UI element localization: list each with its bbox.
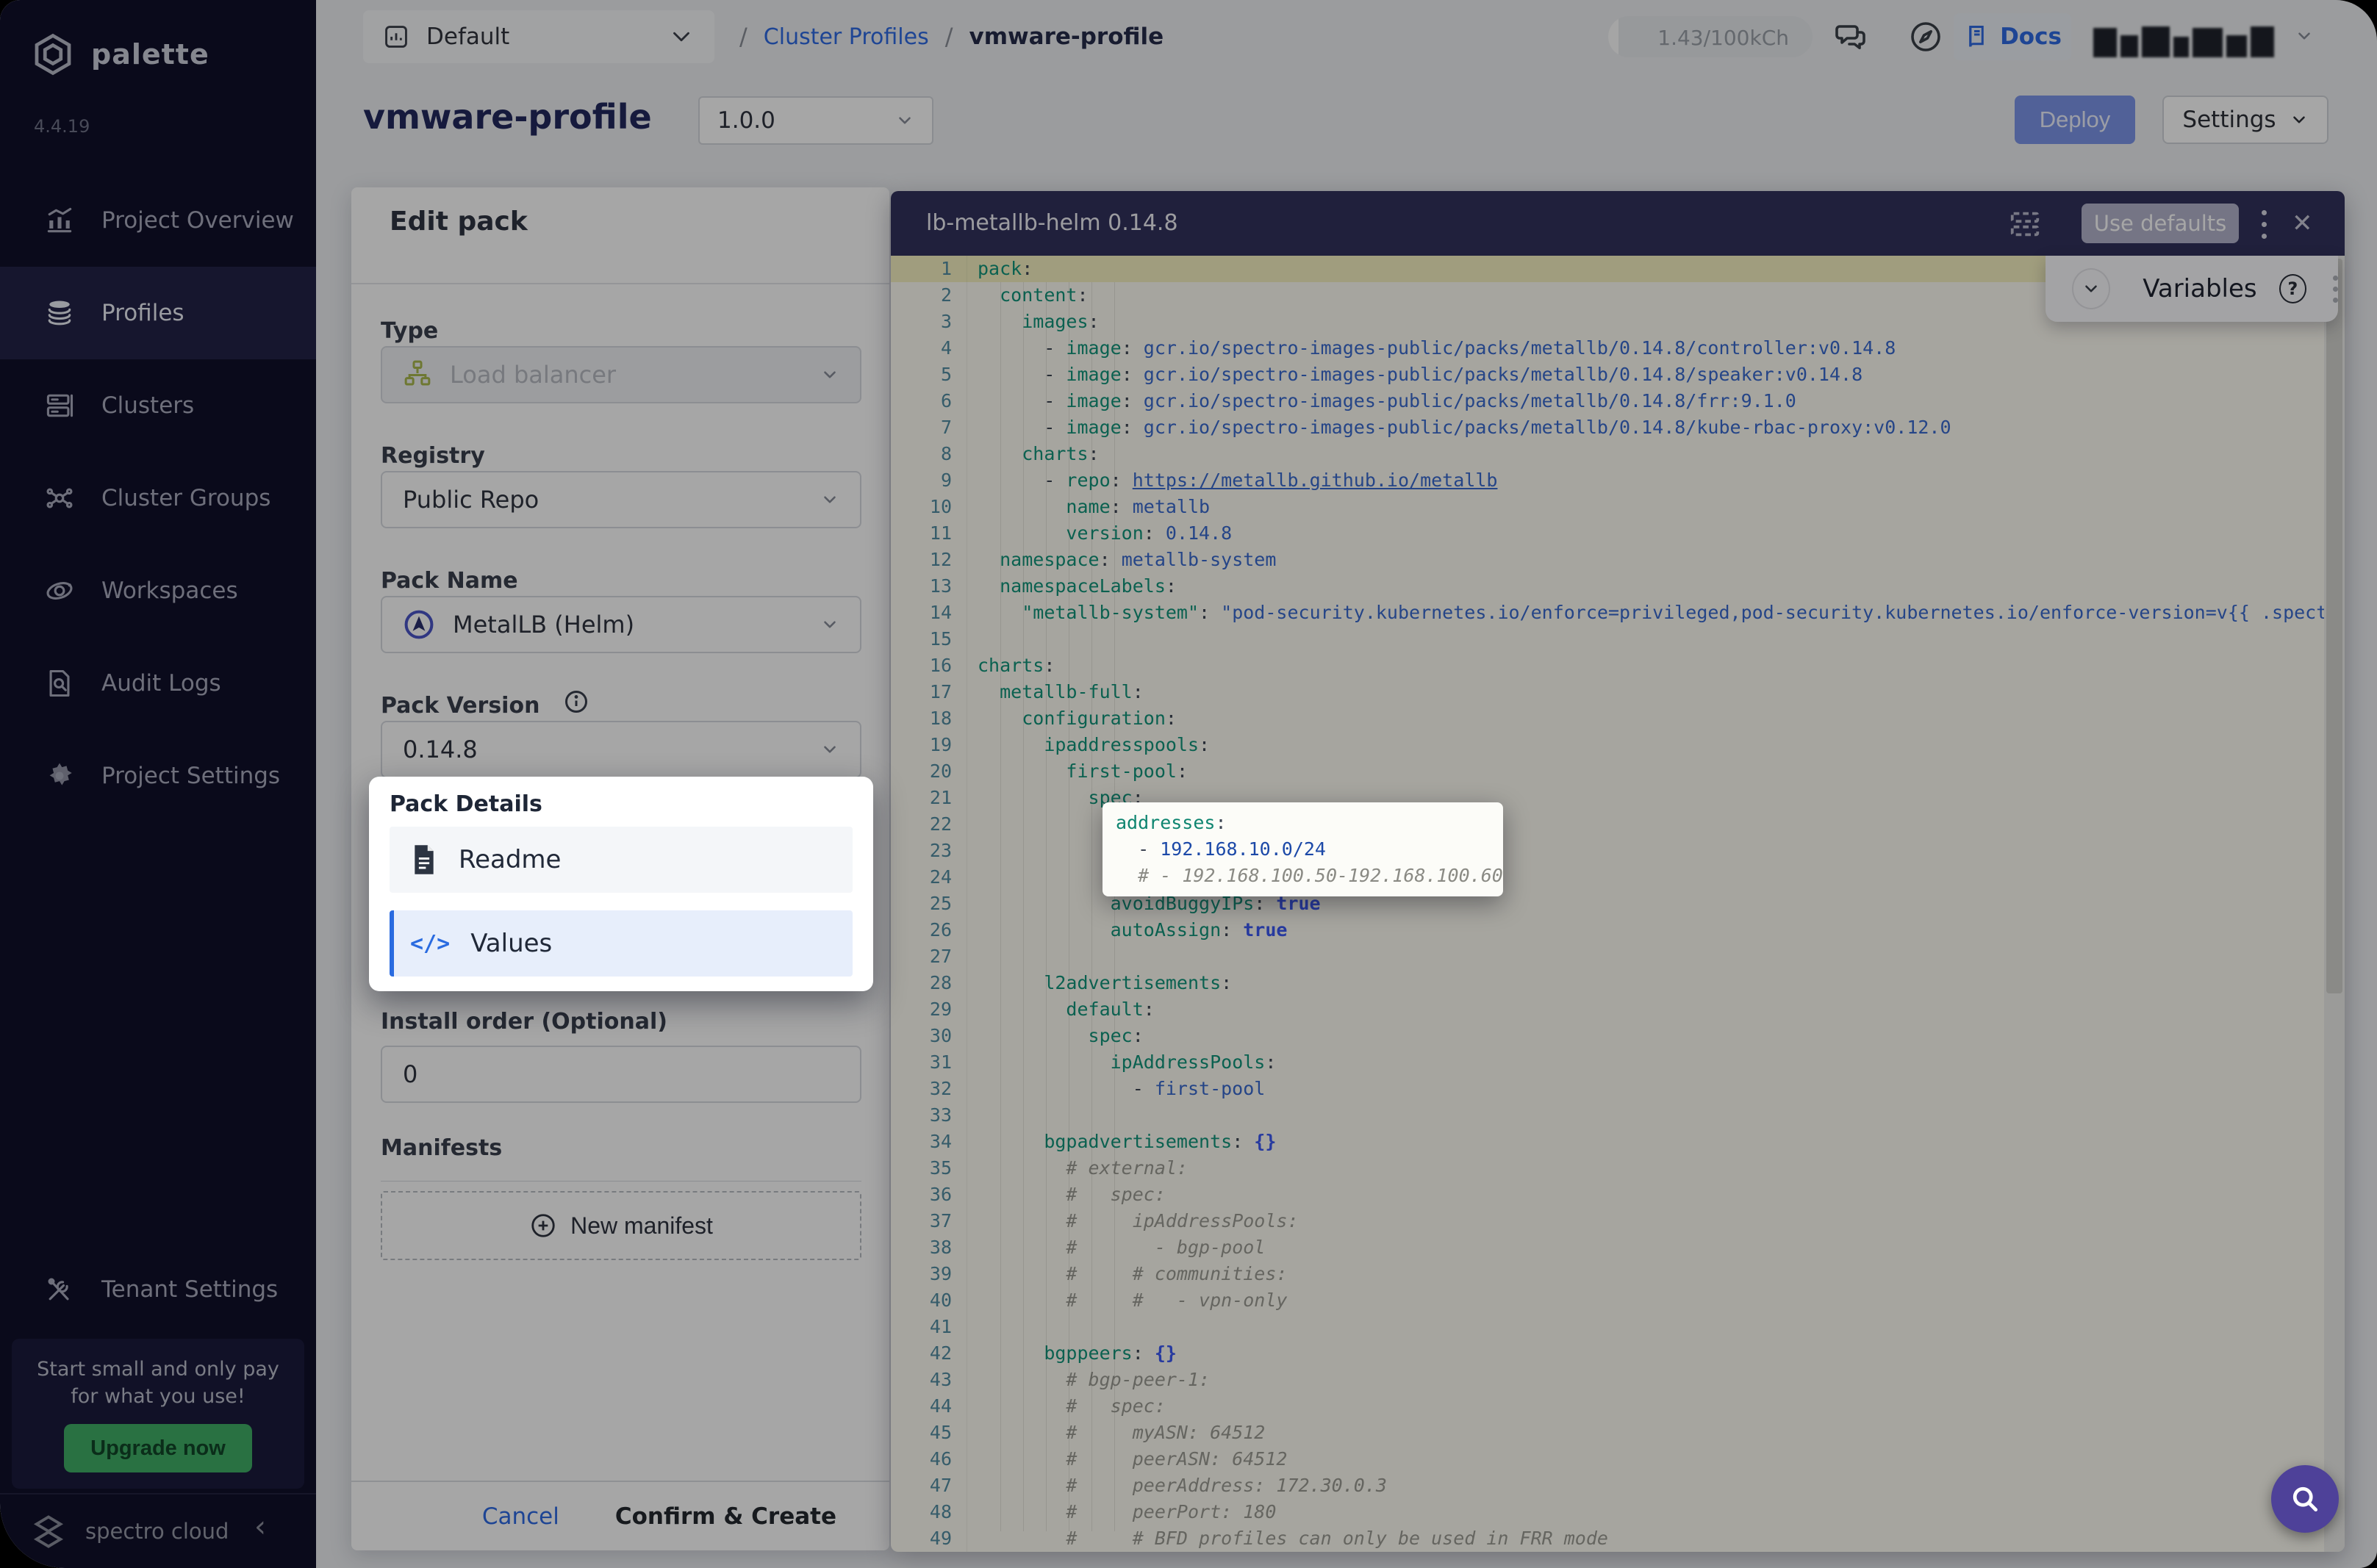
- app-root: palette 4.4.19 Project OverviewProfilesC…: [0, 0, 2377, 1568]
- readme-label: Readme: [459, 845, 561, 874]
- magnifier-icon: [2289, 1483, 2321, 1515]
- addresses-spotlight: addresses: - 192.168.10.0/24 # - 192.168…: [1103, 802, 1503, 896]
- pack-details-popup: Pack Details Readme </> Values: [369, 777, 873, 991]
- spotlight-code: addresses: - 192.168.10.0/24 # - 192.168…: [1116, 810, 1503, 889]
- code-icon: </>: [410, 931, 450, 957]
- readme-doc-icon: [410, 843, 438, 877]
- values-label: Values: [470, 929, 552, 958]
- pack-details-readme[interactable]: Readme: [390, 827, 853, 893]
- support-search-fab[interactable]: [2271, 1465, 2339, 1533]
- modal-dim-overlay: [0, 0, 2377, 1568]
- pack-details-values[interactable]: </> Values: [390, 910, 853, 977]
- pack-details-title: Pack Details: [390, 791, 542, 817]
